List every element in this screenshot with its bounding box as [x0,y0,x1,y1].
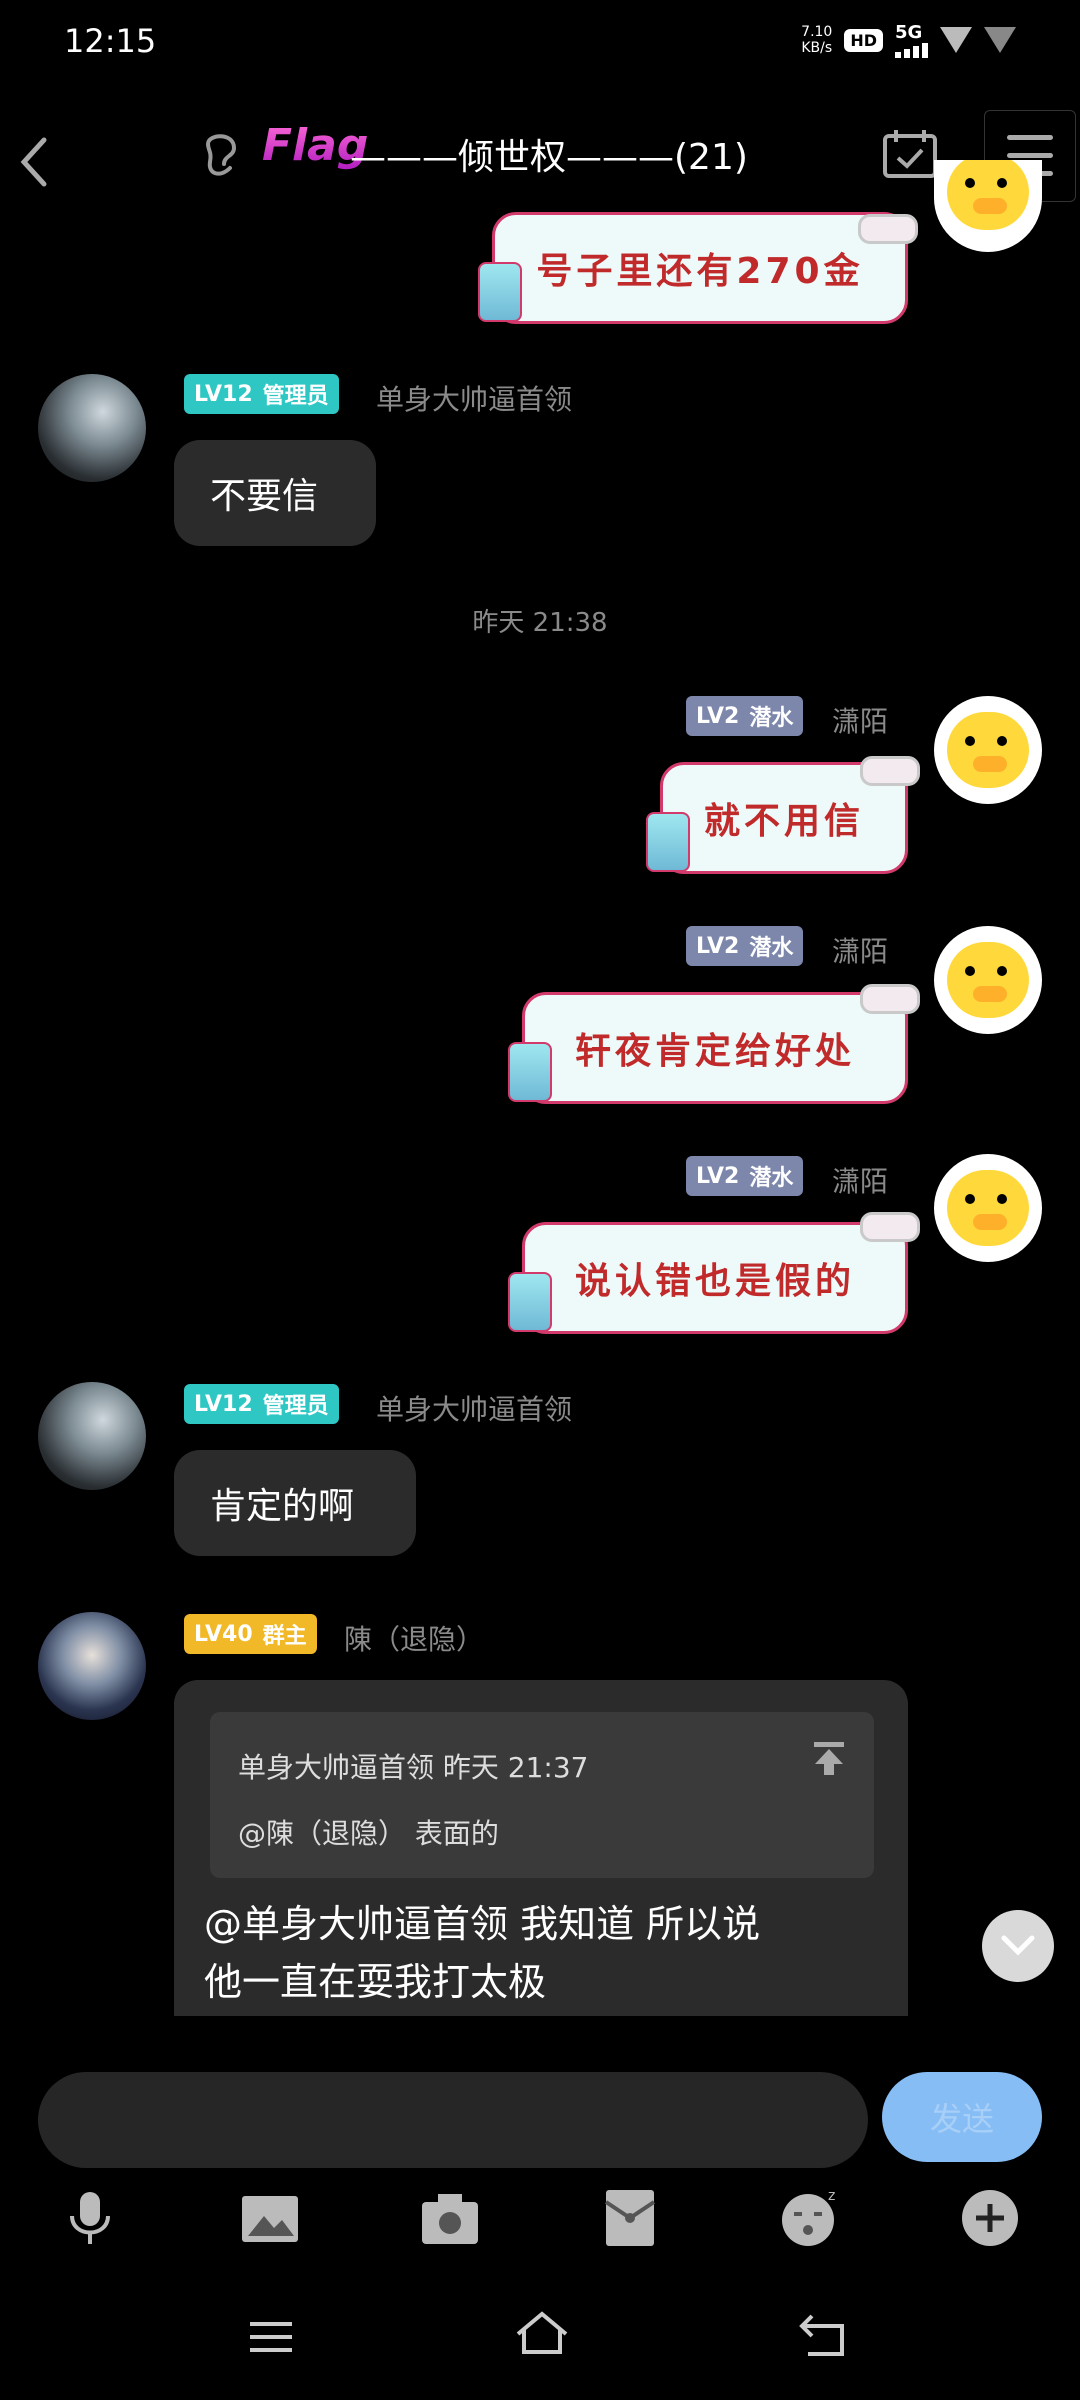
badge-level: LV40 [194,1621,253,1647]
badge-role: 潜水 [749,1166,794,1191]
pin-top-icon[interactable] [812,1740,846,1776]
page-title: ———倾世权———(21) [350,137,748,178]
chat-bubble[interactable]: 号子里还有270金 [492,212,908,324]
avatar[interactable] [934,160,1042,252]
calendar-check-icon[interactable] [882,128,938,180]
chat-bubble[interactable]: 轩夜肯定给好处 [522,992,908,1104]
bubble-decoration-icon [860,1212,920,1242]
badge-level: LV2 [696,1163,740,1189]
mic-icon[interactable] [60,2188,120,2248]
quote-header: 单身大帅逼首领 昨天 21:37 [238,1751,589,1784]
bubble-decoration-icon [508,1042,552,1102]
network-type: 5G [895,22,923,43]
avatar[interactable] [38,374,146,482]
level-badge: LV40 群主 [184,1614,317,1654]
message-text: 就不用信 [703,801,864,842]
badge-role: 潜水 [749,936,794,961]
bubble-decoration-icon [860,984,920,1014]
level-badge: LV2 潜水 [686,1156,804,1196]
message-input[interactable] [38,2072,868,2168]
plus-icon[interactable] [960,2188,1020,2248]
sender-nickname: 潇陌 [832,935,889,968]
bubble-decoration-icon [860,756,920,786]
sender-nickname: 潇陌 [832,1165,889,1198]
chat-bubble[interactable]: 不要信 [174,440,376,546]
net-speed-value: 7.10 [801,24,833,40]
nav-menu-icon[interactable] [246,2312,296,2362]
level-badge: LV12 管理员 [184,374,339,414]
avatar[interactable] [934,926,1042,1034]
badge-level: LV2 [696,933,740,959]
badge-role: 潜水 [749,706,794,731]
back-icon[interactable] [14,132,54,192]
badge-role: 群主 [262,1624,307,1649]
send-button[interactable]: 发送 [882,2072,1042,2162]
image-icon[interactable] [240,2188,300,2248]
sender-nickname: 陳（退隐） [344,1623,485,1656]
quote-body: @陳（退隐） 表面的 [238,1817,499,1850]
emoji-icon[interactable]: z [780,2188,840,2248]
sender-nickname: 单身大帅逼首领 [376,1393,573,1426]
bubble-decoration-icon [508,1272,552,1332]
bubble-decoration-icon [858,214,918,244]
avatar[interactable] [934,1154,1042,1262]
chat-bubble[interactable]: 单身大帅逼首领 昨天 21:37 @陳（退隐） 表面的 @单身大帅逼首领 我知道… [174,1680,908,2016]
level-badge: LV2 潜水 [686,926,804,966]
quoted-message[interactable]: 单身大帅逼首领 昨天 21:37 @陳（退隐） 表面的 [210,1712,874,1878]
ear-icon[interactable] [200,130,242,184]
avatar[interactable] [38,1612,146,1720]
message-text: 号子里还有270金 [536,251,864,292]
badge-role: 管理员 [262,1394,329,1419]
camera-icon[interactable] [420,2188,480,2248]
chat-bubble[interactable]: 肯定的啊 [174,1450,416,1556]
message-text: 他一直在耍我打太极 [204,1960,547,2004]
sender-nickname: 单身大帅逼首领 [376,383,573,416]
bubble-decoration-icon [478,262,522,322]
battery-icon [984,27,1016,53]
time-separator: 昨天 21:38 [472,608,608,638]
message-text: 不要信 [210,476,319,517]
avatar[interactable] [934,696,1042,804]
sender-nickname: 潇陌 [832,705,889,738]
network-speed: 7.10 KB/s [801,24,832,56]
message-text: 肯定的啊 [210,1486,355,1527]
badge-level: LV2 [696,703,740,729]
nav-home-icon[interactable] [514,2308,568,2358]
message-text: 轩夜肯定给好处 [574,1031,855,1072]
hd-badge: HD [844,28,883,52]
status-icons: 7.10 KB/s HD 5G [801,22,1016,58]
message-text: @单身大帅逼首领 我知道 所以说 [204,1902,761,1946]
signal-icon: 5G [895,22,928,58]
badge-level: LV12 [194,381,253,407]
nav-back-icon[interactable] [798,2310,848,2360]
badge-level: LV12 [194,1391,253,1417]
level-badge: LV2 潜水 [686,696,804,736]
red-packet-icon[interactable] [600,2188,660,2248]
chat-bubble[interactable]: 说认错也是假的 [522,1222,908,1334]
status-time: 12:15 [64,22,157,60]
message-text: 说认错也是假的 [574,1261,855,1302]
svg-text:z: z [828,2188,835,2204]
bubble-decoration-icon [646,812,690,872]
avatar[interactable] [38,1382,146,1490]
level-badge: LV12 管理员 [184,1384,339,1424]
badge-role: 管理员 [262,384,329,409]
wifi-icon [940,27,972,53]
net-speed-unit: KB/s [801,40,833,56]
scroll-to-bottom-button[interactable] [982,1910,1054,1982]
